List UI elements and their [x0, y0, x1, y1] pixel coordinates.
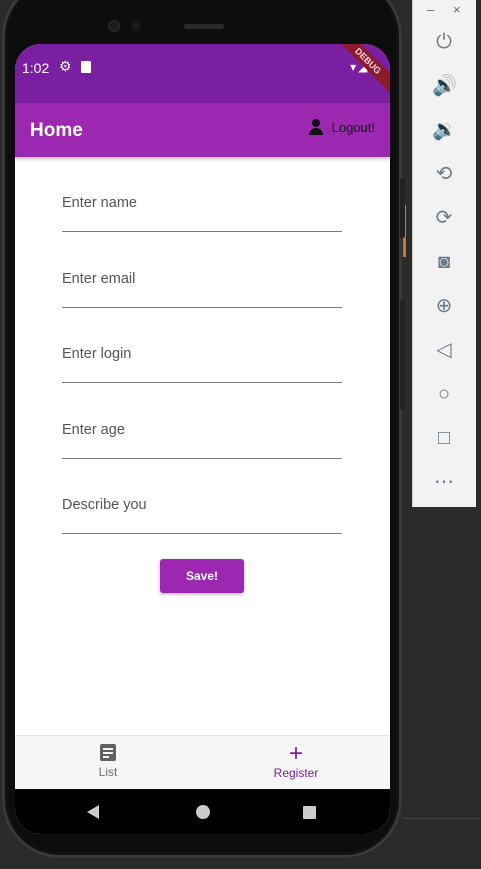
phone-sensor	[132, 21, 140, 31]
register-form: Enter name Enter email Enter login Enter…	[62, 157, 342, 535]
close-button[interactable]: ×	[453, 2, 461, 17]
minimize-button[interactable]: –	[427, 2, 434, 17]
zoom-icon[interactable]: ⊕	[432, 294, 456, 318]
description-placeholder: Describe you	[62, 497, 147, 513]
volume-down-icon[interactable]: 🔉	[432, 118, 457, 142]
emulator-toolbar: – × ⏻ 🔊 🔉 ⟲ ⟳ ◙ ⊕ ◁ ○ □ ⋯	[412, 0, 476, 507]
bottom-navigation: List + Register	[15, 735, 390, 790]
phone-screen: 1:02 ⚙ ▾◢▮ DEBUG Home Logout! Enter name…	[15, 44, 390, 834]
age-field[interactable]: Enter age	[62, 384, 342, 460]
login-placeholder: Enter login	[62, 346, 132, 362]
plus-icon: +	[288, 740, 303, 767]
field-underline	[62, 533, 342, 534]
ide-divider	[403, 818, 481, 819]
back-icon[interactable]	[87, 805, 99, 819]
more-icon[interactable]: ⋯	[432, 470, 456, 494]
logout-button[interactable]: Logout!	[308, 119, 375, 135]
person-icon	[308, 119, 324, 135]
settings-icon: ⚙	[59, 58, 72, 74]
logout-label: Logout!	[331, 119, 375, 135]
screenshot-icon[interactable]: ◙	[432, 250, 456, 274]
nav-item-register[interactable]: + Register	[236, 740, 356, 781]
save-button[interactable]: Save!	[160, 559, 244, 593]
nav-item-label: List	[98, 765, 118, 779]
status-time: 1:02	[22, 60, 50, 76]
list-icon	[100, 744, 116, 761]
age-placeholder: Enter age	[62, 421, 125, 438]
power-side-button	[400, 178, 405, 238]
rotate-right-icon[interactable]: ⟳	[432, 206, 456, 230]
home-icon[interactable]: ○	[432, 382, 456, 406]
page-title: Home	[30, 120, 83, 141]
back-icon[interactable]: ◁	[432, 338, 456, 362]
status-bar: 1:02 ⚙ ▾◢▮ DEBUG	[15, 44, 390, 103]
nav-item-list[interactable]: List	[48, 744, 168, 779]
rotate-left-icon[interactable]: ⟲	[432, 162, 456, 186]
name-placeholder: Enter name	[62, 195, 137, 211]
overview-icon[interactable]: □	[432, 426, 456, 450]
app-bar: Home Logout!	[15, 103, 390, 157]
sd-card-icon	[81, 61, 91, 73]
description-field[interactable]: Describe you	[62, 459, 342, 535]
system-navigation-bar	[15, 789, 390, 834]
volume-up-icon[interactable]: 🔊	[432, 74, 457, 98]
name-field[interactable]: Enter name	[62, 157, 342, 233]
email-placeholder: Enter email	[62, 270, 136, 287]
email-field[interactable]: Enter email	[62, 233, 342, 309]
phone-speaker	[184, 24, 224, 29]
power-icon[interactable]: ⏻	[432, 30, 456, 54]
home-icon[interactable]	[196, 805, 210, 819]
phone-camera	[108, 20, 120, 32]
login-field[interactable]: Enter login	[62, 308, 342, 384]
nav-item-label: Register	[273, 766, 319, 780]
overview-icon[interactable]	[303, 806, 316, 819]
volume-side-button	[400, 300, 405, 410]
